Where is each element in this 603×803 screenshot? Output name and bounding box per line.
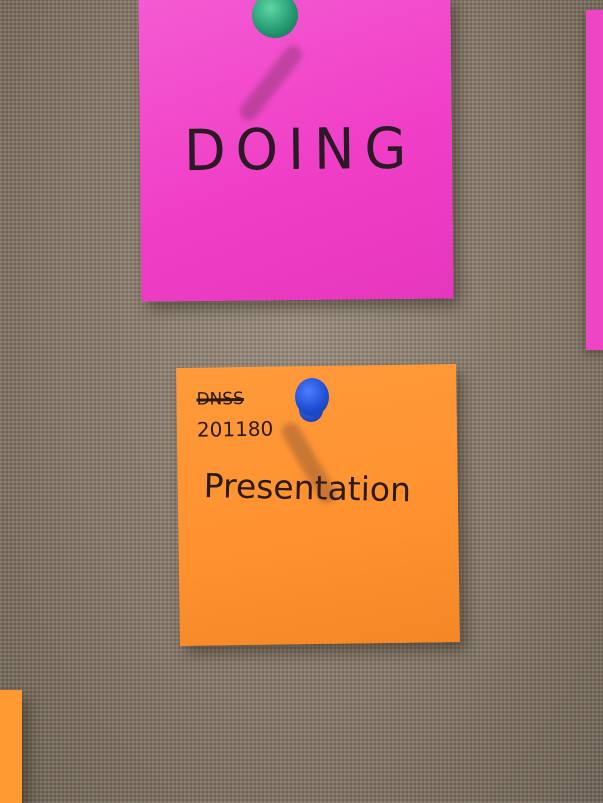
- crossed-out-text: DNSS: [196, 389, 245, 410]
- corkboard: DOING DNSS 201180 Presentation: [0, 0, 603, 803]
- edge-sticky-note-orange: [0, 690, 22, 803]
- note-heading: DOING: [183, 115, 417, 184]
- blue-pushpin-icon: [295, 378, 329, 416]
- edge-sticky-note-pink: [586, 10, 603, 350]
- note-code: 201180: [196, 416, 274, 442]
